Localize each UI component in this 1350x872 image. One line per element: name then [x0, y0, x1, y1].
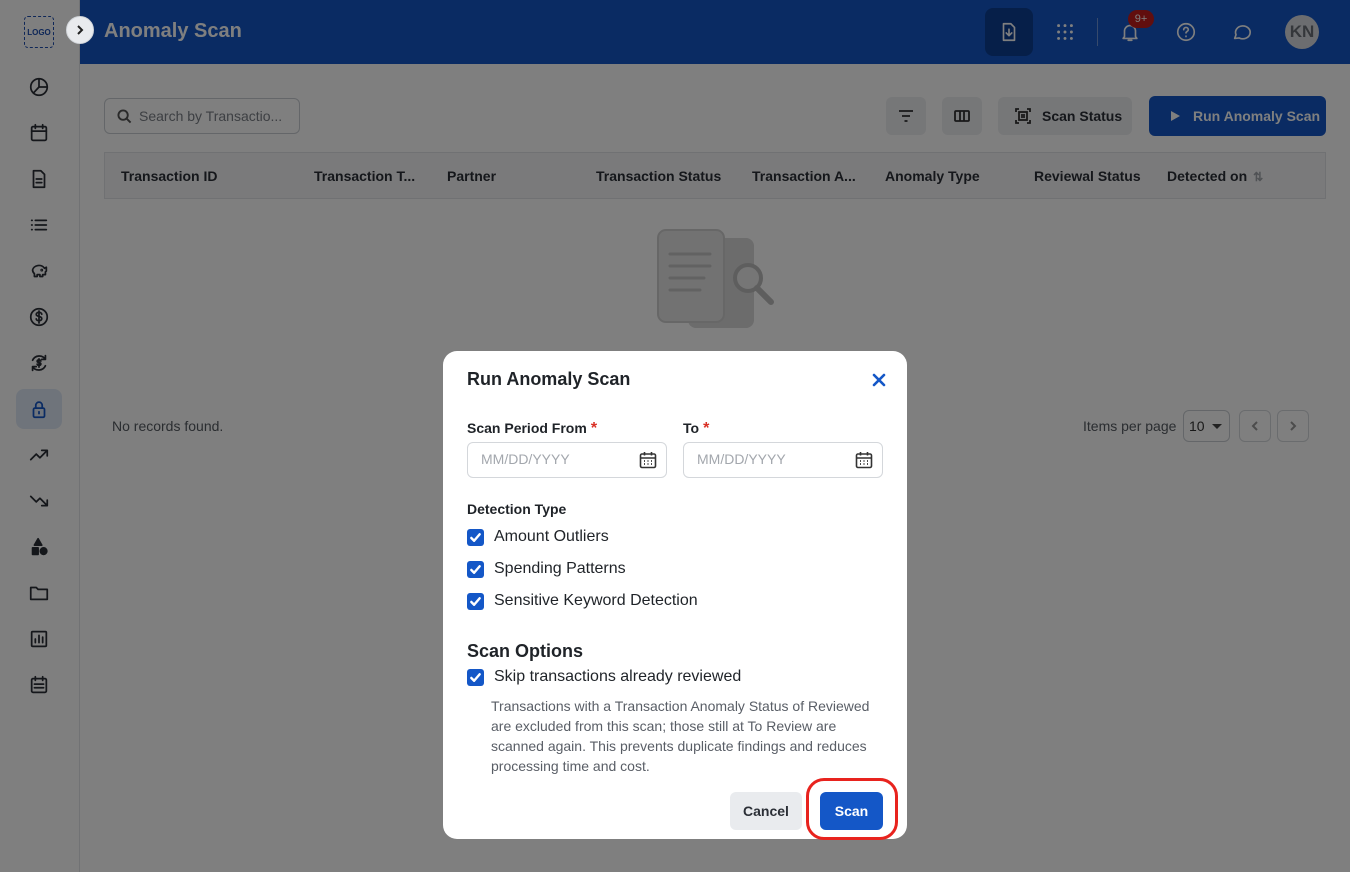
scan-options-heading: Scan Options [467, 641, 584, 661]
scan-period-from-field[interactable] [467, 442, 667, 478]
skip-reviewed-help-text: Transactions with a Transaction Anomaly … [491, 698, 870, 774]
sidebar-expand-button[interactable] [66, 16, 94, 44]
dialog-title: Run Anomaly Scan [467, 369, 631, 389]
sensitive-keyword-option[interactable]: Sensitive Keyword Detection [467, 591, 698, 611]
scan-period-to-label: To * [683, 420, 709, 438]
run-anomaly-scan-dialog: Run Anomaly Scan Scan Period From* To* D… [443, 351, 907, 840]
scan-period-from-label: Scan Period From * [467, 420, 597, 438]
spending-patterns-option[interactable]: Spending Patterns [467, 559, 626, 579]
skip-reviewed-label: Skip transactions already reviewed [494, 668, 742, 685]
skip-reviewed-option[interactable]: Skip transactions already reviewed [467, 667, 741, 687]
close-icon [872, 373, 886, 387]
skip-reviewed-checkbox[interactable] [467, 668, 484, 686]
amount-outliers-option[interactable]: Amount Outliers [467, 527, 609, 547]
scan-period-to-input[interactable] [697, 451, 847, 467]
amount-outliers-checkbox[interactable] [467, 528, 484, 546]
check-icon [470, 532, 481, 542]
sensitive-keyword-checkbox[interactable] [467, 592, 484, 610]
check-icon [470, 564, 481, 574]
calendar-icon[interactable] [638, 450, 658, 470]
scan-button[interactable]: Scan [820, 792, 883, 830]
required-marker: * [703, 420, 710, 437]
scan-period-from-input[interactable] [481, 451, 631, 467]
spending-patterns-checkbox[interactable] [467, 560, 484, 578]
scan-period-from-text: Scan Period From [467, 420, 587, 436]
sensitive-keyword-label: Sensitive Keyword Detection [494, 592, 698, 609]
cancel-button[interactable]: Cancel [730, 792, 802, 830]
scan-period-to-field[interactable] [683, 442, 883, 478]
chevron-right-icon [77, 25, 84, 35]
check-icon [470, 596, 481, 606]
dialog-close-button[interactable] [869, 370, 889, 390]
scan-period-to-text: To [683, 420, 700, 436]
amount-outliers-label: Amount Outliers [494, 528, 609, 545]
detection-type-label: Detection Type [467, 501, 567, 517]
spending-patterns-label: Spending Patterns [494, 560, 626, 577]
check-icon [470, 672, 481, 682]
calendar-icon[interactable] [854, 450, 874, 470]
required-marker: * [590, 420, 598, 437]
